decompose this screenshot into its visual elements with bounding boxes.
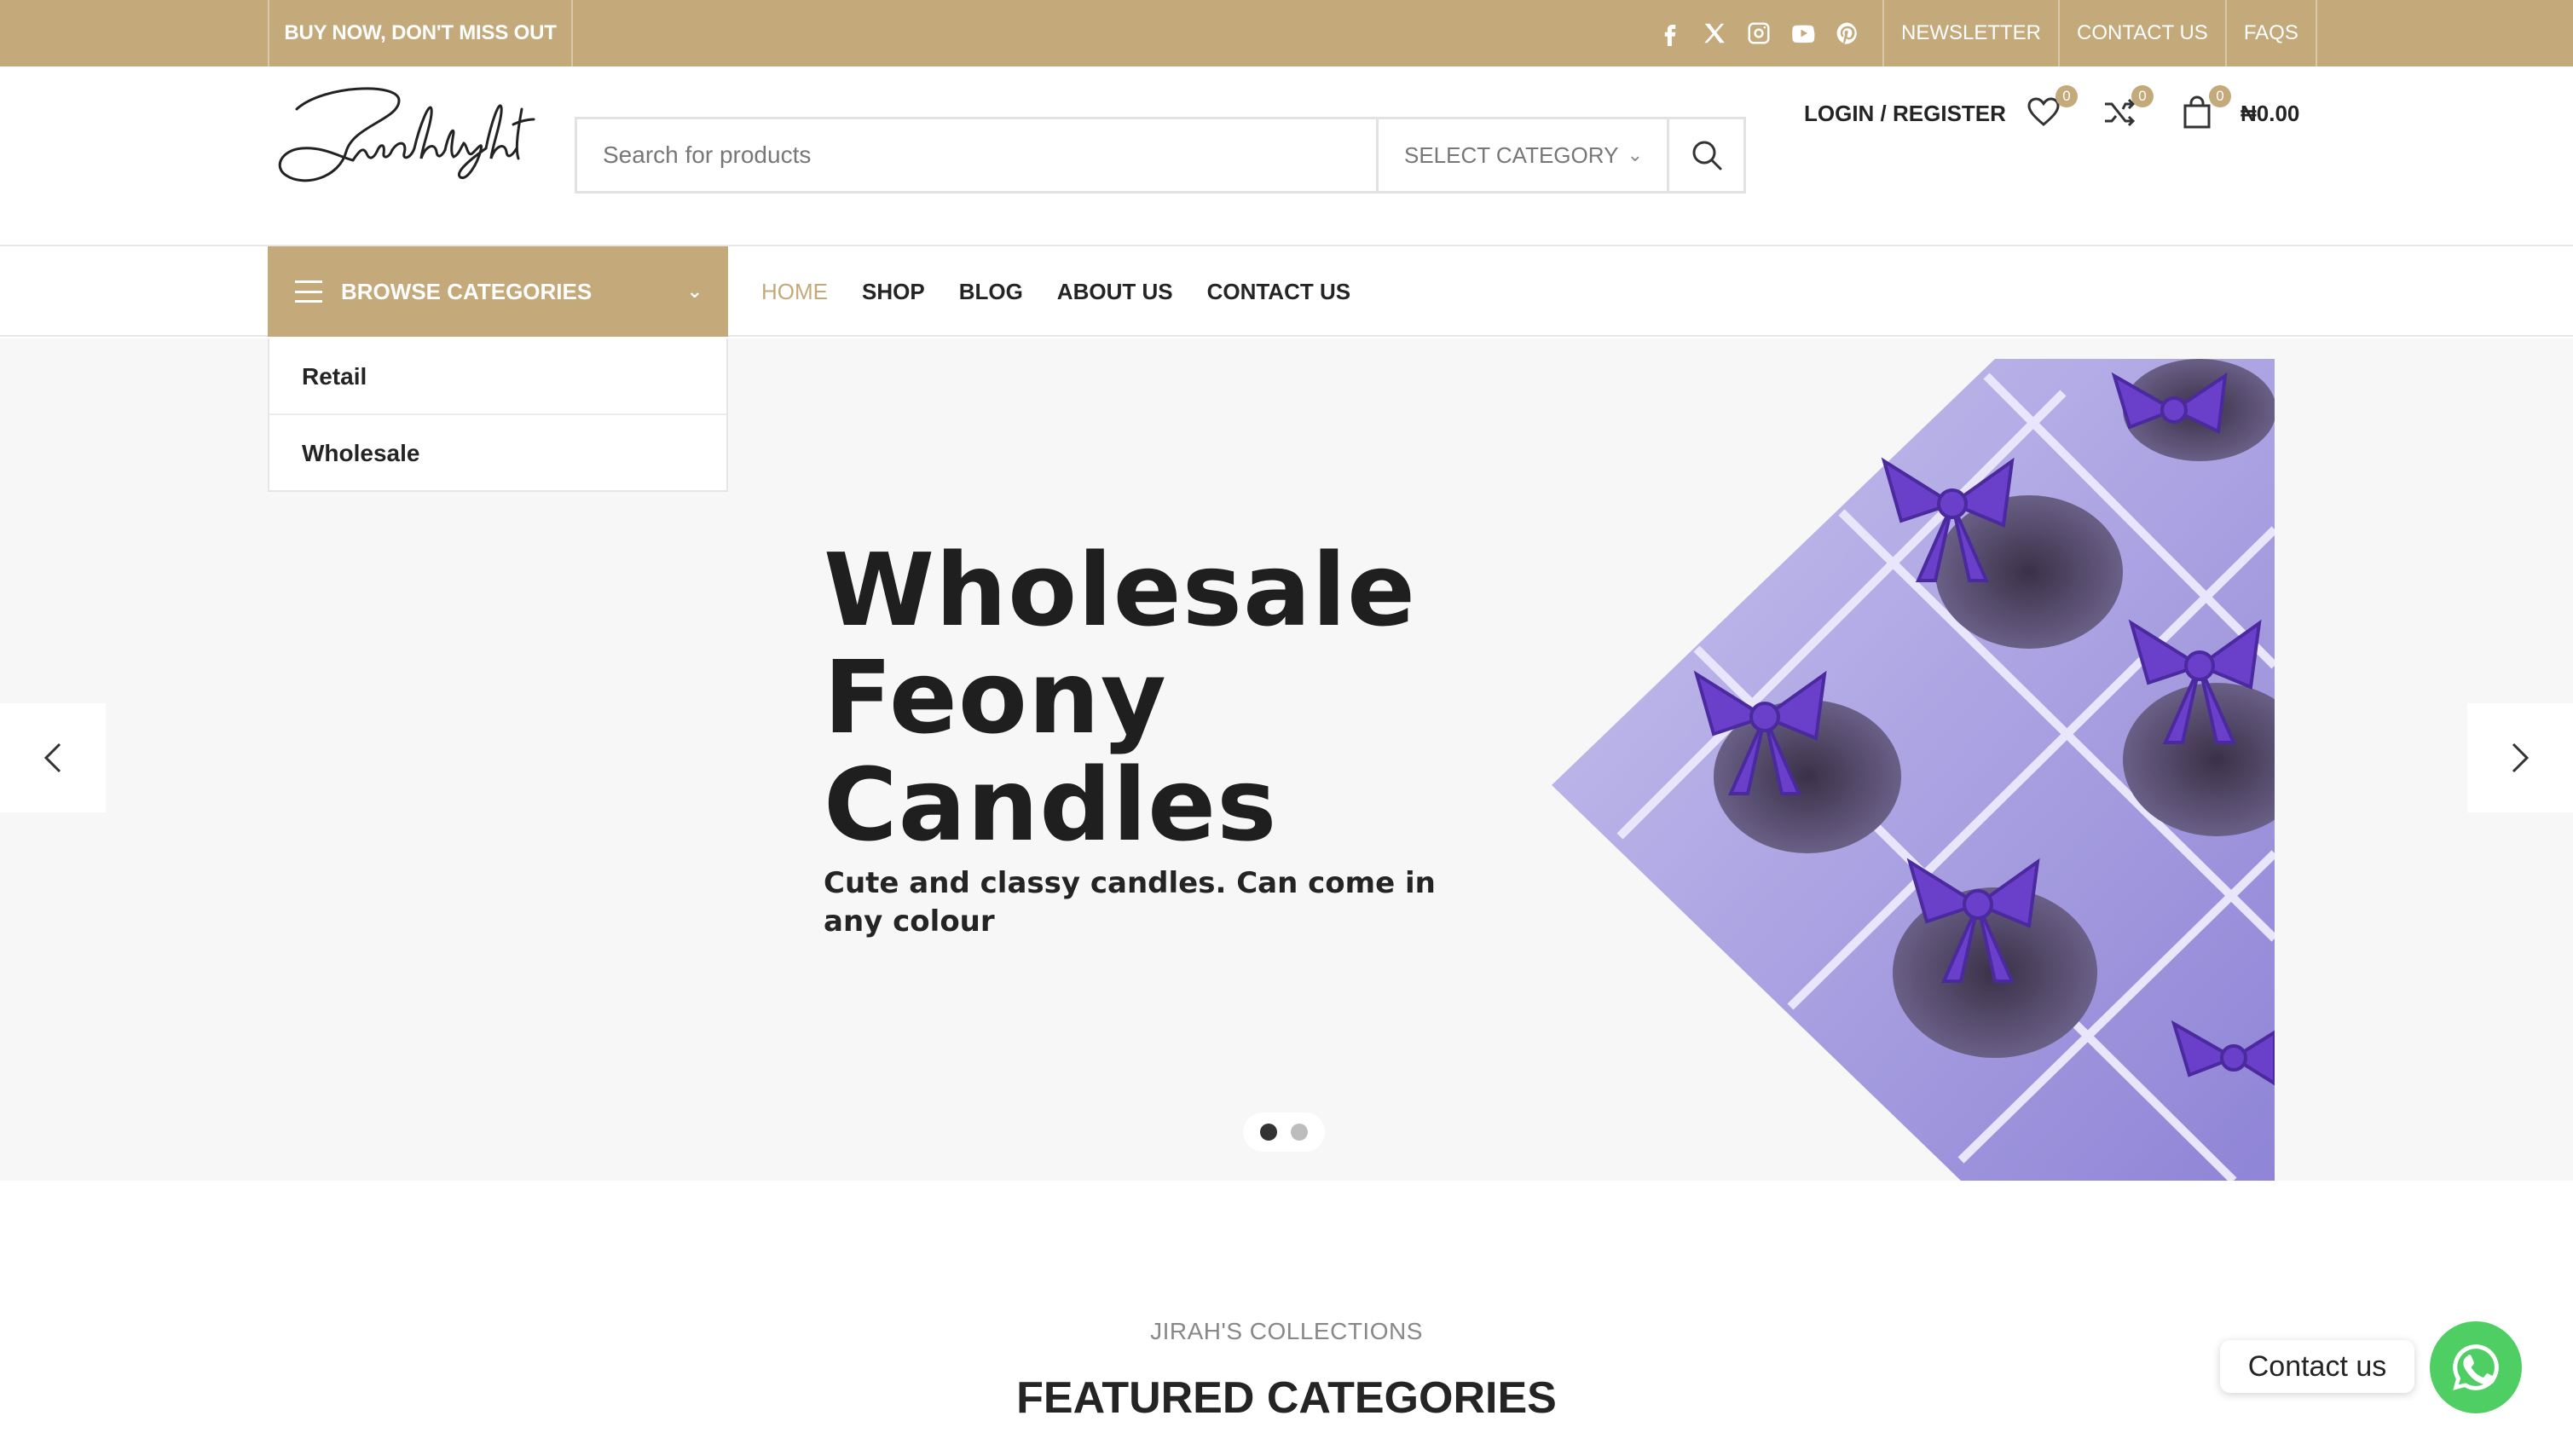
nav-item-home[interactable]: HOME [761, 246, 828, 337]
wishlist-button[interactable]: 0 [2027, 85, 2078, 133]
search-button[interactable] [1667, 119, 1743, 191]
wishlist-count-badge: 0 [2056, 85, 2078, 107]
nav-item-about-us[interactable]: ABOUT US [1057, 246, 1173, 337]
nav-item-blog[interactable]: BLOG [959, 246, 1023, 337]
browse-categories-label: BROWSE CATEGORIES [341, 279, 593, 304]
product-search: SELECT CATEGORY ⌄ [575, 117, 1746, 194]
chevron-down-icon: ⌄ [1627, 144, 1643, 165]
whatsapp-icon [2453, 1344, 2499, 1390]
hero-title-line: Wholesale [824, 531, 1417, 649]
instagram-icon[interactable] [1744, 19, 1773, 48]
category-item-retail[interactable]: Retail [269, 338, 726, 415]
top-links: NEWSLETTER CONTACT US FAQS [1882, 0, 2317, 66]
promo-text: BUY NOW, DON'T MISS OUT [268, 0, 573, 66]
cart-total[interactable]: ₦0.00 [2241, 66, 2299, 160]
newsletter-link[interactable]: NEWSLETTER [1884, 0, 2061, 66]
category-item-wholesale[interactable]: Wholesale [269, 415, 726, 492]
search-icon [1692, 141, 1721, 170]
slider-prev-button[interactable] [0, 703, 106, 812]
chevron-left-icon [43, 742, 61, 773]
hero-title: Wholesale Feony Candles [824, 536, 1472, 858]
chevron-right-icon [2512, 742, 2530, 773]
top-bar: BUY NOW, DON'T MISS OUT NEWSLETTER CONTA… [0, 0, 2573, 66]
contact-us-top-link[interactable]: CONTACT US [2060, 0, 2227, 66]
compare-button[interactable]: 0 [2102, 85, 2154, 133]
category-select-label: SELECT CATEGORY [1404, 142, 1619, 168]
cart-count-badge: 0 [2209, 85, 2231, 107]
whatsapp-contact-label[interactable]: Contact us [2220, 1340, 2414, 1393]
hero-title-line: Candles [824, 746, 1278, 864]
youtube-icon[interactable] [1789, 19, 1818, 48]
menu-icon [295, 280, 322, 303]
compare-count-badge: 0 [2131, 85, 2154, 107]
slider-dot[interactable] [1291, 1124, 1308, 1141]
chevron-down-icon: ⌄ [686, 280, 703, 302]
featured-eyebrow: JIRAH'S COLLECTIONS [1150, 1318, 1423, 1344]
categories-dropdown: Retail Wholesale [268, 338, 728, 492]
social-links [1656, 0, 1862, 66]
hero-title-line: Feony [824, 638, 1167, 756]
x-icon[interactable] [1700, 19, 1729, 48]
slider-next-button[interactable] [2467, 703, 2573, 812]
browse-categories-button[interactable]: BROWSE CATEGORIES ⌄ [268, 246, 728, 337]
site-logo[interactable] [271, 75, 535, 196]
nav-item-shop[interactable]: SHOP [862, 246, 925, 337]
nav-item-contact-us[interactable]: CONTACT US [1207, 246, 1351, 337]
slider-dots [1243, 1112, 1325, 1152]
faqs-link[interactable]: FAQS [2227, 0, 2317, 66]
main-menu: HOME SHOP BLOG ABOUT US CONTACT US [761, 246, 1350, 337]
cart-button[interactable]: 0 [2180, 85, 2231, 133]
slider-dot[interactable] [1260, 1124, 1277, 1141]
login-register-link[interactable]: LOGIN / REGISTER [1804, 66, 2006, 160]
category-select[interactable]: SELECT CATEGORY ⌄ [1376, 119, 1667, 191]
hero-subtitle: Cute and classy candles. Can come in any… [824, 866, 1436, 939]
search-input[interactable] [577, 119, 1376, 191]
hero-candle-boxes-image [1552, 359, 2275, 1181]
whatsapp-button[interactable] [2430, 1321, 2522, 1413]
site-header: SELECT CATEGORY ⌄ [0, 66, 2573, 246]
featured-categories-heading: FEATURED CATEGORIES [1016, 1373, 1557, 1423]
facebook-icon[interactable] [1656, 19, 1685, 48]
navigation-bar: BROWSE CATEGORIES ⌄ HOME SHOP BLOG ABOUT… [0, 246, 2573, 337]
pinterest-icon[interactable] [1833, 19, 1862, 48]
